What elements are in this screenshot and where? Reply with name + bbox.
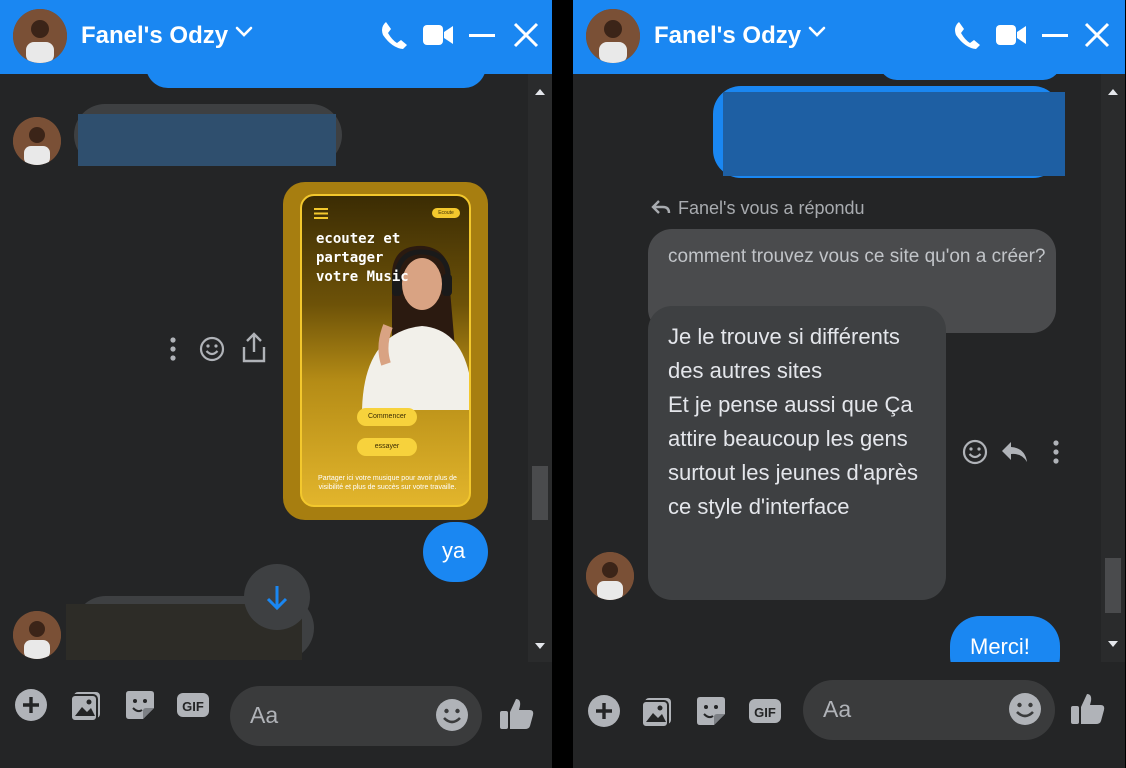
scroll-to-bottom-button[interactable]	[244, 564, 310, 630]
phone-icon[interactable]	[380, 20, 408, 50]
avatar[interactable]	[13, 611, 61, 659]
message-input-placeholder: Aa	[250, 702, 279, 728]
plus-icon[interactable]	[585, 692, 623, 730]
chat-title[interactable]: Fanel's Odzy	[654, 22, 801, 50]
message-input[interactable]: Aa	[803, 680, 1055, 740]
message-bubble-outgoing[interactable]	[879, 74, 1061, 80]
scroll-up-arrow-icon[interactable]	[534, 86, 546, 98]
poster-button-commencer: Commencer	[357, 408, 417, 426]
redacted-content	[78, 114, 336, 166]
svg-text:GIF: GIF	[754, 705, 776, 720]
chat-header: Fanel's Odzy	[573, 0, 1125, 74]
image-icon[interactable]	[68, 686, 106, 724]
video-icon[interactable]	[422, 20, 454, 50]
phone-icon[interactable]	[953, 20, 981, 50]
poster-caption: Partager ici votre musique pour avoir pl…	[318, 475, 457, 491]
composer: GIF Aa	[573, 662, 1125, 768]
poster-badge: Ecoute	[432, 208, 460, 218]
scrollbar-thumb[interactable]	[532, 466, 548, 520]
like-icon[interactable]	[498, 695, 536, 733]
scrollbar-thumb[interactable]	[1105, 558, 1121, 613]
reply-icon	[651, 200, 671, 214]
sticker-icon[interactable]	[121, 686, 159, 724]
message-text: Merci!	[970, 634, 1030, 659]
reply-indicator: Fanel's vous a répondu	[678, 198, 865, 218]
message-bubble-outgoing[interactable]: Merci!	[950, 616, 1060, 662]
avatar[interactable]	[586, 552, 634, 600]
emoji-icon[interactable]	[1007, 691, 1043, 727]
sticker-icon[interactable]	[692, 692, 730, 730]
reply-icon[interactable]	[1000, 440, 1028, 464]
image-attachment[interactable]: Ecoute ecoutez et partager votre Music C…	[283, 182, 488, 520]
redacted-content	[723, 92, 1065, 176]
gif-icon[interactable]: GIF	[746, 692, 784, 730]
message-text: Je le trouve si différents des autres si…	[668, 324, 919, 519]
scroll-up-arrow-icon[interactable]	[1107, 86, 1119, 98]
video-icon[interactable]	[995, 20, 1027, 50]
close-icon[interactable]	[1083, 20, 1111, 50]
react-icon[interactable]	[199, 336, 225, 362]
message-bubble-incoming[interactable]: Je le trouve si différents des autres si…	[648, 306, 946, 600]
minimize-icon[interactable]	[1041, 20, 1069, 50]
message-input[interactable]: Aa	[230, 686, 482, 746]
chat-header: Fanel's Odzy	[0, 0, 552, 74]
scrollbar[interactable]	[1101, 74, 1125, 662]
svg-text:GIF: GIF	[182, 699, 204, 714]
chevron-down-icon[interactable]	[808, 26, 826, 38]
message-list: Fanel's vous a répondu comment trouvez v…	[573, 74, 1101, 662]
poster-button-essayer: essayer	[357, 438, 417, 456]
poster-headline: ecoutez et partager votre Music	[316, 231, 409, 285]
scroll-down-arrow-icon[interactable]	[1107, 638, 1119, 650]
chat-window-left: Fanel's Odzy Ecoute ecoutez et partager …	[0, 0, 552, 768]
scroll-down-icon	[266, 586, 288, 611]
like-icon[interactable]	[1069, 690, 1107, 728]
message-input-placeholder: Aa	[823, 696, 852, 722]
emoji-icon[interactable]	[434, 697, 470, 733]
message-list: Ecoute ecoutez et partager votre Music C…	[0, 74, 528, 662]
chat-title[interactable]: Fanel's Odzy	[81, 22, 228, 50]
share-icon[interactable]	[241, 332, 267, 364]
chevron-down-icon[interactable]	[235, 26, 253, 38]
chat-window-right: Fanel's Odzy Fanel's vous a répondu comm…	[573, 0, 1125, 768]
message-bubble-outgoing[interactable]	[146, 74, 486, 88]
image-icon[interactable]	[639, 692, 677, 730]
avatar[interactable]	[586, 9, 640, 63]
scroll-down-arrow-icon[interactable]	[534, 640, 546, 652]
plus-icon[interactable]	[12, 686, 50, 724]
minimize-icon[interactable]	[468, 20, 496, 50]
gif-icon[interactable]: GIF	[174, 686, 212, 724]
more-icon[interactable]	[1051, 439, 1061, 465]
more-icon[interactable]	[168, 336, 178, 362]
composer: GIF Aa	[0, 662, 552, 768]
poster-image: Ecoute ecoutez et partager votre Music C…	[300, 194, 471, 507]
message-bubble-outgoing[interactable]: ya	[423, 522, 488, 582]
quoted-message-text: comment trouvez vous ce site qu'on a cré…	[668, 246, 1046, 267]
avatar[interactable]	[13, 117, 61, 165]
menu-icon	[314, 208, 328, 219]
close-icon[interactable]	[512, 20, 540, 50]
react-icon[interactable]	[962, 439, 988, 465]
message-text: ya	[442, 538, 466, 563]
avatar[interactable]	[13, 9, 67, 63]
scrollbar[interactable]	[528, 74, 552, 662]
